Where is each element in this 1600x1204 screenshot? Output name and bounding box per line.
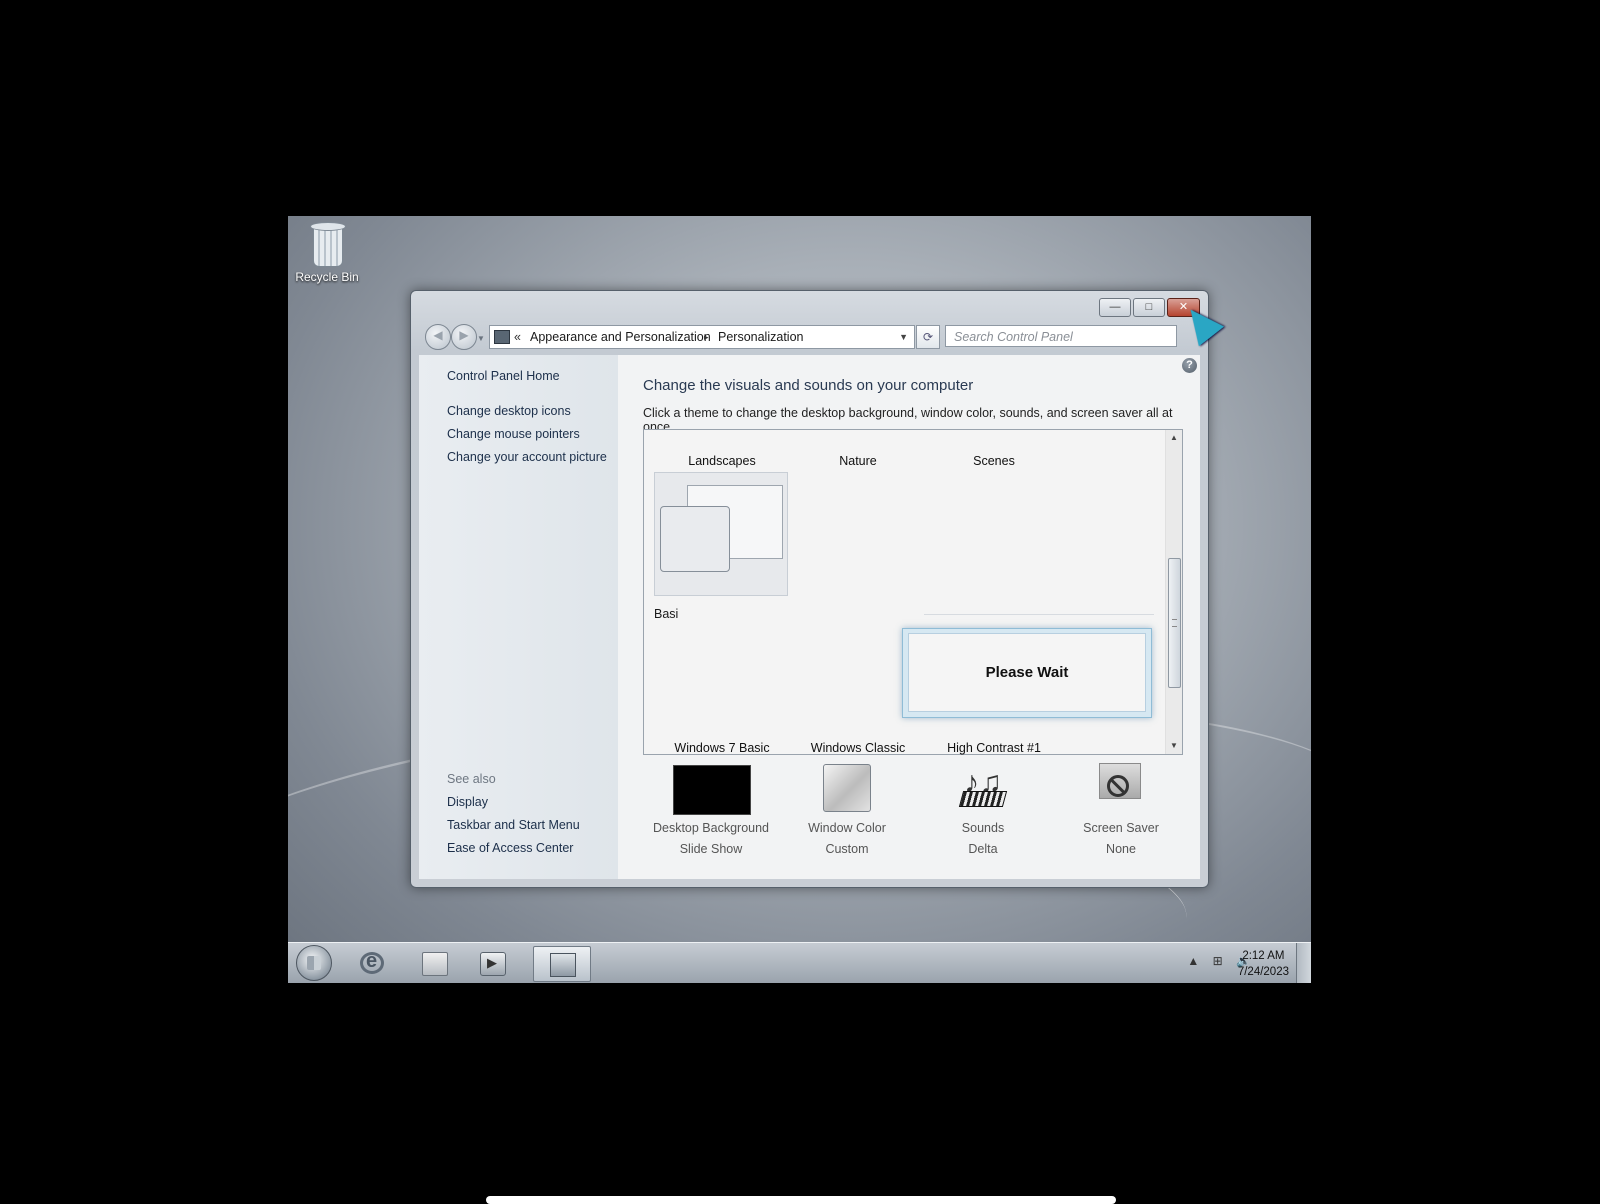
- show-desktop-button[interactable]: [1296, 943, 1311, 983]
- scroll-up-icon[interactable]: ▲: [1166, 430, 1182, 446]
- screen-saver-icon: [1097, 763, 1143, 809]
- minimize-icon: —: [1109, 301, 1121, 313]
- sounds-label: Sounds: [961, 821, 1005, 835]
- personalization-window: — □ ✕ ◀ ▶ ▼ « Appearance and Personaliza…: [410, 290, 1209, 888]
- desktop: Recycle Bin — □ ✕ ◀ ▶ ▼ « Appearance and…: [288, 216, 1311, 983]
- taskbar-start-menu-link[interactable]: Taskbar and Start Menu: [447, 818, 580, 832]
- theme-high-contrast-1[interactable]: High Contrast #1: [926, 741, 1062, 755]
- recent-pages-dropdown[interactable]: ▼: [477, 334, 485, 343]
- theme-list: Landscapes Nature Scenes Basi Windows 7 …: [643, 429, 1183, 755]
- start-button[interactable]: [296, 945, 332, 981]
- scroll-down-icon[interactable]: ▼: [1166, 738, 1182, 754]
- back-arrow-icon: ◀: [433, 328, 443, 342]
- theme-thumbnail-basic[interactable]: [654, 472, 788, 596]
- back-button[interactable]: ◀: [425, 324, 451, 350]
- control-panel-home-link[interactable]: Control Panel Home: [447, 369, 560, 383]
- taskbar-control-panel[interactable]: [533, 946, 591, 982]
- control-panel-icon: [494, 330, 510, 344]
- recycle-bin[interactable]: Recycle Bin: [290, 222, 364, 284]
- breadcrumb-separator-icon[interactable]: ▸: [704, 326, 709, 348]
- clock-time: 2:12 AM: [1242, 950, 1285, 962]
- address-overflow-chevron[interactable]: «: [514, 326, 521, 348]
- screen-saver-item[interactable]: Screen Saver None: [1053, 761, 1189, 856]
- maximize-button[interactable]: □: [1133, 298, 1165, 317]
- theme-landscapes[interactable]: Landscapes: [654, 454, 790, 468]
- theme-group-divider: [924, 614, 1154, 615]
- media-player-icon: [480, 952, 506, 976]
- taskbar-windows-explorer[interactable]: [406, 946, 462, 980]
- refresh-button[interactable]: ⟳: [916, 325, 940, 349]
- desktop-background-item[interactable]: Desktop Background Slide Show: [643, 761, 779, 856]
- network-icon[interactable]: ⊞: [1213, 954, 1223, 968]
- desktop-background-icon: [673, 765, 751, 815]
- clock[interactable]: 2:12 AM 7/24/2023: [1238, 948, 1289, 980]
- show-hidden-icons[interactable]: ▲: [1187, 954, 1199, 968]
- see-also-heading: See also: [447, 772, 496, 786]
- window-color-icon: [823, 764, 871, 812]
- desktop-background-value: Slide Show: [679, 842, 743, 856]
- sounds-value: Delta: [968, 842, 998, 856]
- screen-saver-value: None: [1106, 842, 1136, 856]
- forward-arrow-icon: ▶: [459, 328, 469, 342]
- theme-windows-7-basic[interactable]: Windows 7 Basic: [654, 741, 790, 755]
- scroll-thumb[interactable]: [1168, 558, 1181, 688]
- please-wait-message: Please Wait: [985, 664, 1069, 681]
- screen-saver-label: Screen Saver: [1083, 821, 1159, 835]
- theme-scenes[interactable]: Scenes: [926, 454, 1062, 468]
- clock-date: 7/24/2023: [1237, 966, 1289, 978]
- help-icon[interactable]: ?: [1182, 358, 1197, 373]
- left-pane: Control Panel Home Change desktop icons …: [419, 355, 618, 879]
- breadcrumb-appearance-and-personalization[interactable]: Appearance and Personalization: [530, 326, 711, 348]
- theme-windows-classic[interactable]: Windows Classic: [790, 741, 926, 755]
- window-content: Control Panel Home Change desktop icons …: [419, 355, 1200, 879]
- search-input[interactable]: Search Control Panel: [945, 325, 1177, 347]
- navigation-bar: ◀ ▶ ▼ « Appearance and Personalization ▸…: [419, 324, 1200, 350]
- address-bar[interactable]: « Appearance and Personalization ▸ Perso…: [489, 325, 915, 349]
- internet-explorer-icon: [360, 950, 384, 974]
- refresh-icon: ⟳: [922, 330, 934, 344]
- theme-basic-label: Basi: [654, 607, 679, 621]
- address-dropdown-icon[interactable]: ▼: [899, 326, 908, 348]
- sounds-icon: ♪♫: [955, 763, 1011, 813]
- display-link[interactable]: Display: [447, 795, 488, 809]
- taskbar-internet-explorer[interactable]: [344, 946, 400, 980]
- theme-list-scrollbar[interactable]: ▲ ▼: [1165, 430, 1182, 754]
- recycle-bin-icon: [310, 222, 346, 267]
- desktop-background-label: Desktop Background: [652, 821, 770, 835]
- host-bottom-bar: [486, 1196, 1116, 1204]
- window-color-label: Window Color: [808, 821, 886, 835]
- ease-of-access-link[interactable]: Ease of Access Center: [447, 841, 573, 855]
- breadcrumb-personalization[interactable]: Personalization: [718, 326, 803, 348]
- page-title: Change the visuals and sounds on your co…: [643, 377, 974, 394]
- control-panel-icon: [550, 953, 576, 977]
- recycle-bin-label: Recycle Bin: [295, 270, 359, 284]
- windows-explorer-icon: [422, 952, 448, 976]
- window-color-value: Custom: [825, 842, 869, 856]
- taskbar: ▲ ⊞ 🔊 2:12 AM 7/24/2023: [288, 942, 1311, 983]
- change-account-picture-link[interactable]: Change your account picture: [447, 450, 607, 464]
- sounds-item[interactable]: ♪♫ Sounds Delta: [915, 761, 1051, 856]
- change-desktop-icons-link[interactable]: Change desktop icons: [447, 404, 571, 418]
- change-mouse-pointers-link[interactable]: Change mouse pointers: [447, 427, 580, 441]
- theme-settings-bar: Desktop Background Slide Show Window Col…: [643, 761, 1191, 861]
- please-wait-dialog: Please Wait: [902, 628, 1152, 718]
- minimize-button[interactable]: —: [1099, 298, 1131, 317]
- maximize-icon: □: [1145, 301, 1153, 313]
- window-color-item[interactable]: Window Color Custom: [779, 761, 915, 856]
- taskbar-media-player[interactable]: [464, 946, 520, 980]
- windows-logo-icon: [307, 956, 321, 970]
- theme-nature[interactable]: Nature: [790, 454, 926, 468]
- forward-button[interactable]: ▶: [451, 324, 477, 350]
